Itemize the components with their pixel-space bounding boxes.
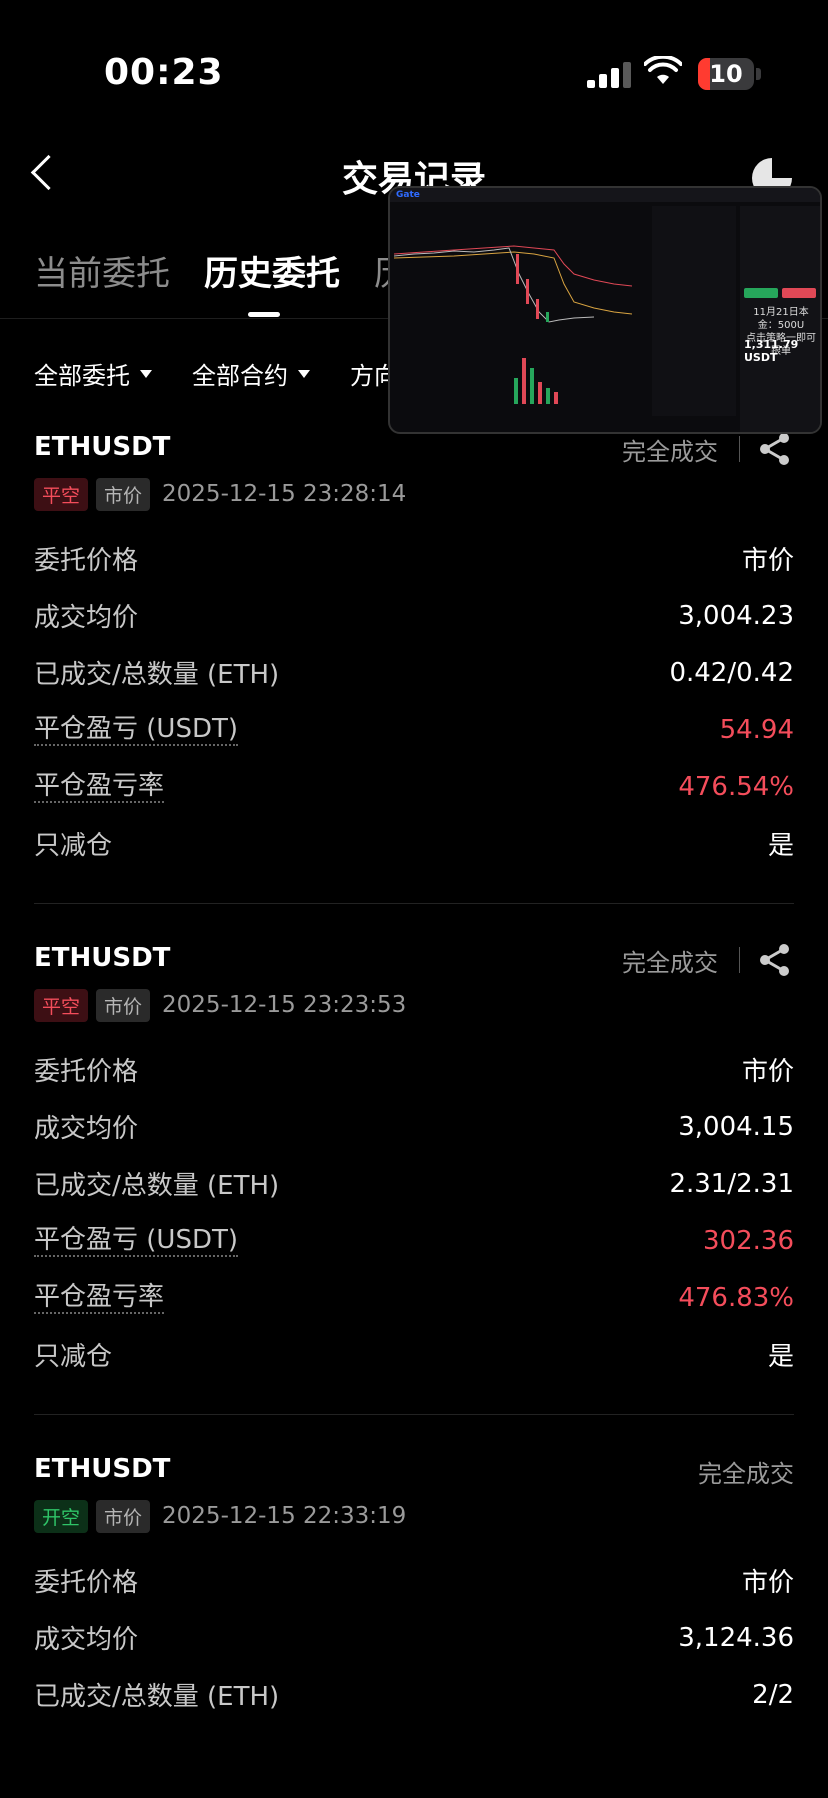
detail-row: 平仓盈亏率 476.83% bbox=[34, 1269, 794, 1326]
card-divider bbox=[34, 903, 794, 904]
filter-contract[interactable]: 全部合约 bbox=[192, 356, 310, 391]
order-time: 2025-12-15 23:23:53 bbox=[162, 992, 407, 1018]
row-value: 0.42/0.42 bbox=[669, 657, 794, 688]
row-label: 委托价格 bbox=[34, 1568, 139, 1598]
detail-row: 已成交/总数量 (ETH) 2/2 bbox=[34, 1666, 794, 1723]
detail-row: 平仓盈亏 (USDT) 54.94 bbox=[34, 701, 794, 758]
order-time: 2025-12-15 22:33:19 bbox=[162, 1503, 407, 1529]
row-label[interactable]: 平仓盈亏 (USDT) bbox=[34, 1225, 238, 1257]
order-symbol: ETHUSDT bbox=[34, 432, 171, 462]
detail-row: 已成交/总数量 (ETH) 2.31/2.31 bbox=[34, 1155, 794, 1212]
row-value: 54.94 bbox=[719, 714, 794, 745]
sell-button bbox=[782, 288, 816, 298]
row-value: 2.31/2.31 bbox=[669, 1168, 794, 1199]
row-label: 只减仓 bbox=[34, 1342, 113, 1372]
order-type-tag: 市价 bbox=[96, 988, 151, 1022]
status-time: 00:23 bbox=[104, 52, 224, 93]
buy-button bbox=[744, 288, 778, 298]
share-icon[interactable] bbox=[758, 943, 792, 977]
battery-icon: 10 bbox=[698, 58, 754, 90]
row-label: 委托价格 bbox=[34, 546, 139, 576]
detail-row: 平仓盈亏 (USDT) 302.36 bbox=[34, 1212, 794, 1269]
row-label: 已成交/总数量 (ETH) bbox=[34, 660, 280, 690]
cellular-signal-icon bbox=[587, 62, 631, 88]
wifi-icon bbox=[644, 56, 682, 84]
row-value: 476.83% bbox=[678, 1282, 794, 1313]
order-type-tag: 市价 bbox=[96, 1499, 151, 1533]
order-status: 完全成交 bbox=[622, 949, 718, 977]
detail-row: 成交均价 3,004.23 bbox=[34, 587, 794, 644]
side-tag: 平空 bbox=[34, 477, 89, 511]
order-card: ETHUSDT 完全成交 平空 市价 2025-12-15 23:28:14 委… bbox=[34, 432, 794, 872]
row-value: 是 bbox=[767, 1342, 794, 1372]
note-line: 11月21日本金：500U bbox=[753, 307, 809, 331]
row-label[interactable]: 平仓盈亏率 bbox=[34, 1282, 165, 1314]
order-type-tag: 市价 bbox=[96, 477, 151, 511]
detail-row: 只减仓 是 bbox=[34, 815, 794, 872]
row-value: 是 bbox=[767, 831, 794, 861]
row-label: 成交均价 bbox=[34, 1625, 139, 1655]
row-value: 3,004.15 bbox=[678, 1111, 794, 1142]
order-book bbox=[652, 206, 736, 416]
pip-video-overlay[interactable]: Gate 11月21日本金：500U 点击策略一即可跟单 1,311.79 US… bbox=[388, 186, 822, 434]
side-tag: 开空 bbox=[34, 1499, 89, 1533]
detail-row: 委托价格 市价 bbox=[34, 1041, 794, 1098]
order-time: 2025-12-15 23:28:14 bbox=[162, 481, 407, 507]
row-label[interactable]: 平仓盈亏率 bbox=[34, 771, 165, 803]
row-value: 市价 bbox=[741, 1568, 794, 1598]
row-value: 市价 bbox=[741, 1057, 794, 1087]
order-card: ETHUSDT 完全成交 平空 市价 2025-12-15 23:23:53 委… bbox=[34, 943, 794, 1383]
order-tabs: 当前委托 历史委托 历 bbox=[34, 246, 408, 295]
status-separator bbox=[739, 436, 740, 462]
detail-row: 平仓盈亏率 476.54% bbox=[34, 758, 794, 815]
row-value: 3,124.36 bbox=[678, 1622, 794, 1653]
row-value: 2/2 bbox=[752, 1679, 794, 1710]
row-label[interactable]: 平仓盈亏 (USDT) bbox=[34, 714, 238, 746]
side-tag: 平空 bbox=[34, 988, 89, 1022]
battery-level: 10 bbox=[709, 60, 743, 88]
caret-down-icon bbox=[298, 369, 310, 378]
volume-chart bbox=[514, 358, 558, 404]
tab-order-history[interactable]: 历史委托 bbox=[204, 246, 340, 295]
filter-order-type[interactable]: 全部委托 bbox=[34, 356, 152, 391]
overlay-balance: 1,311.79 USDT bbox=[744, 338, 799, 364]
detail-row: 已成交/总数量 (ETH) 0.42/0.42 bbox=[34, 644, 794, 701]
status-separator bbox=[739, 947, 740, 973]
detail-row: 成交均价 3,124.36 bbox=[34, 1609, 794, 1666]
candlestick-chart bbox=[394, 245, 632, 323]
order-card: ETHUSDT 完全成交 开空 市价 2025-12-15 22:33:19 委… bbox=[34, 1454, 794, 1723]
detail-row: 成交均价 3,004.15 bbox=[34, 1098, 794, 1155]
order-status: 完全成交 bbox=[698, 1460, 794, 1488]
detail-row: 委托价格 市价 bbox=[34, 530, 794, 587]
row-value: 476.54% bbox=[678, 771, 794, 802]
row-label: 成交均价 bbox=[34, 603, 139, 633]
detail-row: 委托价格 市价 bbox=[34, 1552, 794, 1609]
order-status: 完全成交 bbox=[622, 438, 718, 466]
exchange-logo: Gate bbox=[396, 190, 420, 200]
row-label: 委托价格 bbox=[34, 1057, 139, 1087]
battery-cap bbox=[756, 68, 761, 80]
order-symbol: ETHUSDT bbox=[34, 1454, 171, 1484]
row-label: 已成交/总数量 (ETH) bbox=[34, 1682, 280, 1712]
share-icon[interactable] bbox=[758, 432, 792, 466]
row-value: 市价 bbox=[741, 546, 794, 576]
order-symbol: ETHUSDT bbox=[34, 943, 171, 973]
row-value: 302.36 bbox=[703, 1225, 794, 1256]
row-value: 3,004.23 bbox=[678, 600, 794, 631]
row-label: 只减仓 bbox=[34, 831, 113, 861]
filter-bar: 全部委托 全部合约 方向 bbox=[34, 356, 420, 391]
filter-label: 全部合约 bbox=[192, 362, 288, 390]
tab-current-orders[interactable]: 当前委托 bbox=[34, 246, 170, 295]
row-label: 已成交/总数量 (ETH) bbox=[34, 1171, 280, 1201]
terminal-topbar: Gate bbox=[390, 188, 820, 202]
active-tab-indicator bbox=[248, 312, 280, 317]
filter-label: 全部委托 bbox=[34, 362, 130, 390]
caret-down-icon bbox=[140, 369, 152, 378]
detail-row: 只减仓 是 bbox=[34, 1326, 794, 1383]
row-label: 成交均价 bbox=[34, 1114, 139, 1144]
card-divider bbox=[34, 1414, 794, 1415]
